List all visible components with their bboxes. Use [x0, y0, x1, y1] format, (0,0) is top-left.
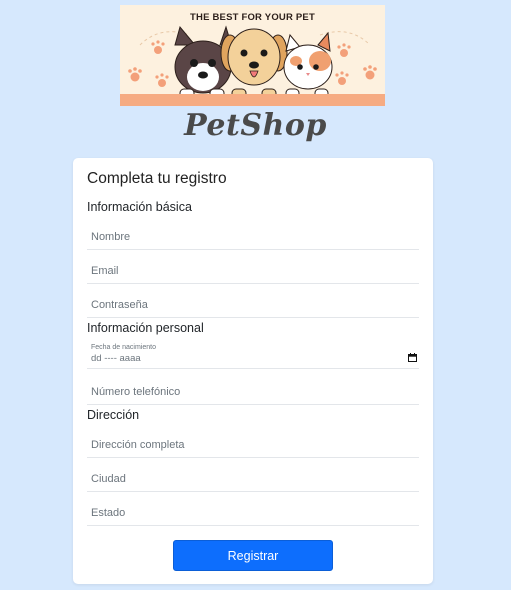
register-button[interactable]: Registrar	[173, 540, 333, 571]
email-input[interactable]	[87, 258, 419, 284]
section-personal-info: Información personal	[87, 321, 204, 335]
calendar-icon[interactable]	[408, 353, 417, 362]
birthdate-label: Fecha de nacimiento	[91, 344, 156, 351]
pets-illustration	[128, 25, 377, 99]
banner-image: THE BEST FOR YOUR PET	[120, 5, 385, 106]
name-input[interactable]	[87, 224, 419, 250]
banner-stripe	[120, 94, 385, 106]
section-address: Dirección	[87, 408, 140, 422]
state-input[interactable]	[87, 500, 419, 526]
birthdate-value: dd ---- aaaa	[91, 353, 141, 364]
birthdate-input[interactable]: Fecha de nacimiento dd ---- aaaa	[87, 343, 419, 369]
paw-print-icon	[335, 43, 377, 85]
password-input[interactable]	[87, 292, 419, 318]
registration-card: Completa tu registro Información básica …	[73, 158, 433, 584]
cat-illustration	[283, 31, 333, 99]
phone-input[interactable]	[87, 379, 419, 405]
golden-puppy-illustration	[220, 28, 288, 99]
full-address-input[interactable]	[87, 432, 419, 458]
city-input[interactable]	[87, 466, 419, 492]
section-basic-info: Información básica	[87, 200, 192, 214]
paw-print-icon	[128, 40, 169, 87]
brand-title: PetShop	[184, 108, 327, 143]
form-title: Completa tu registro	[87, 170, 227, 187]
